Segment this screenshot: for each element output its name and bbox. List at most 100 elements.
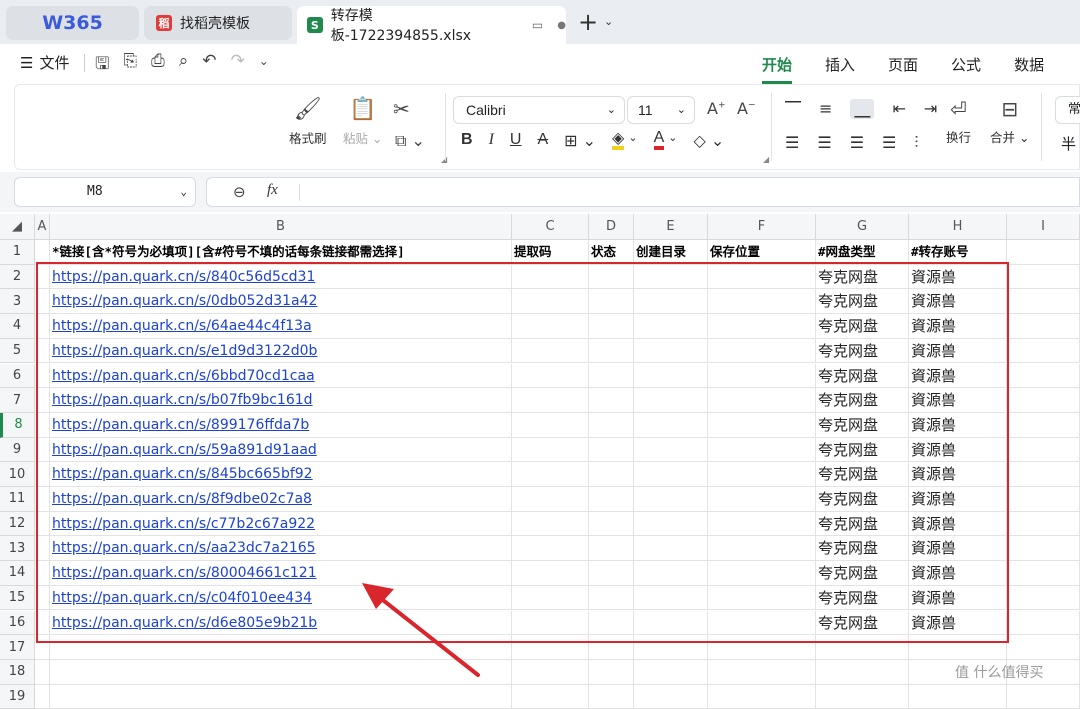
cell-D8[interactable] <box>589 412 634 438</box>
fx-icon[interactable]: fx <box>267 182 278 199</box>
cell-F18[interactable] <box>708 659 816 685</box>
header-cell-C[interactable]: 提取码 <box>512 240 589 265</box>
cell-I16[interactable] <box>1007 610 1080 636</box>
cell-C19[interactable] <box>512 684 589 709</box>
cell-D11[interactable] <box>589 487 634 512</box>
fill-color-icon[interactable]: ◈ <box>612 130 625 150</box>
chevron-down-icon[interactable]: ⌄ <box>604 15 613 28</box>
font-name-select[interactable]: Calibri ⌄ <box>453 96 625 124</box>
cell-D3[interactable] <box>589 289 634 315</box>
account-cell[interactable]: 資源兽 <box>909 561 1007 586</box>
cell-I9[interactable] <box>1007 437 1080 463</box>
account-cell[interactable]: 資源兽 <box>909 363 1007 389</box>
zoom-search-icon[interactable]: ⊖ <box>233 183 246 201</box>
cell-D19[interactable] <box>589 684 634 709</box>
cell-B19[interactable] <box>50 684 512 709</box>
font-color-icon[interactable]: A <box>653 130 665 150</box>
tab-file[interactable]: S 转存模板-1722394855.xlsx ▭ ● <box>297 6 566 44</box>
link-cell[interactable]: https://pan.quark.cn/s/0db052d31a42 <box>50 289 512 315</box>
column-header-H[interactable]: H <box>909 214 1007 240</box>
pan-type-cell[interactable]: 夸克网盘 <box>816 487 909 512</box>
cell-A16[interactable] <box>35 610 50 636</box>
align-center-icon[interactable]: ☰ <box>817 133 831 153</box>
pan-type-cell[interactable]: 夸克网盘 <box>816 289 909 315</box>
account-cell[interactable]: 資源兽 <box>909 338 1007 364</box>
cell-F6[interactable] <box>708 363 816 389</box>
account-cell[interactable]: 資源兽 <box>909 536 1007 562</box>
number-format-select[interactable]: 常 <box>1055 96 1080 124</box>
row-header[interactable]: 5 <box>0 338 35 364</box>
select-all-corner[interactable]: ◢ <box>0 214 35 240</box>
link-cell[interactable]: https://pan.quark.cn/s/c77b2c67a922 <box>50 511 512 537</box>
indent-icon[interactable]: ⇥ <box>924 99 937 119</box>
account-cell[interactable]: 資源兽 <box>909 585 1007 611</box>
cell-F5[interactable] <box>708 338 816 364</box>
cell-I4[interactable] <box>1007 314 1080 339</box>
distribute-icon[interactable]: ⫶ <box>914 133 918 153</box>
cell-D12[interactable] <box>589 511 634 537</box>
cell-A12[interactable] <box>35 511 50 537</box>
cell-D10[interactable] <box>589 462 634 487</box>
border-icon[interactable]: ⊞ ⌄ <box>564 131 596 150</box>
cell-I15[interactable] <box>1007 585 1080 611</box>
cell-G19[interactable] <box>816 684 909 709</box>
ribbon-tab-page[interactable]: 页面 <box>888 54 918 84</box>
cell-A6[interactable] <box>35 363 50 389</box>
cell-D4[interactable] <box>589 314 634 339</box>
column-header-B[interactable]: B <box>50 214 512 240</box>
cell-A14[interactable] <box>35 561 50 586</box>
cell-D17[interactable] <box>589 635 634 660</box>
cell-C15[interactable] <box>512 585 589 611</box>
cell-E6[interactable] <box>634 363 708 389</box>
cell-E17[interactable] <box>634 635 708 660</box>
name-box[interactable]: M8 ⌄ <box>14 177 196 207</box>
column-header-I[interactable]: I <box>1007 214 1080 240</box>
cell-E10[interactable] <box>634 462 708 487</box>
cell-D16[interactable] <box>589 610 634 636</box>
header-cell-F[interactable]: 保存位置 <box>708 240 816 265</box>
cell-E2[interactable] <box>634 264 708 290</box>
cell-D7[interactable] <box>589 388 634 413</box>
cell-I13[interactable] <box>1007 536 1080 562</box>
cell-I10[interactable] <box>1007 462 1080 487</box>
merge-cells-button[interactable]: ⊟ 合并 ⌄ <box>990 97 1029 146</box>
cell-I1[interactable] <box>1007 240 1080 265</box>
cell-A17[interactable] <box>35 635 50 660</box>
cell-A18[interactable] <box>35 659 50 685</box>
row-header[interactable]: 9 <box>0 437 35 463</box>
link-cell[interactable]: https://pan.quark.cn/s/8f9dbe02c7a8 <box>50 487 512 512</box>
account-cell[interactable]: 資源兽 <box>909 388 1007 413</box>
formula-input[interactable]: ⊖ fx <box>206 177 1080 207</box>
cell-E8[interactable] <box>634 412 708 438</box>
account-cell[interactable]: 資源兽 <box>909 610 1007 636</box>
cell-I11[interactable] <box>1007 487 1080 512</box>
align-middle-icon[interactable]: ≡ <box>819 99 832 119</box>
cell-G18[interactable] <box>816 659 909 685</box>
clear-format-icon[interactable]: ◇ ⌄ <box>693 131 724 150</box>
account-cell[interactable]: 資源兽 <box>909 511 1007 537</box>
row-header[interactable]: 15 <box>0 585 35 611</box>
font-launcher-icon[interactable]: ◢ <box>763 155 769 164</box>
cell-F17[interactable] <box>708 635 816 660</box>
link-cell[interactable]: https://pan.quark.cn/s/b07fb9bc161d <box>50 388 512 413</box>
cell-E3[interactable] <box>634 289 708 315</box>
currency-icon[interactable]: 半 <box>1061 133 1076 154</box>
cell-E4[interactable] <box>634 314 708 339</box>
pan-type-cell[interactable]: 夸克网盘 <box>816 338 909 364</box>
ribbon-tab-insert[interactable]: 插入 <box>825 54 855 84</box>
account-cell[interactable]: 資源兽 <box>909 487 1007 512</box>
row-header[interactable]: 18 <box>0 659 35 685</box>
row-header[interactable]: 13 <box>0 536 35 562</box>
pan-type-cell[interactable]: 夸克网盘 <box>816 388 909 413</box>
cell-D6[interactable] <box>589 363 634 389</box>
cell-I3[interactable] <box>1007 289 1080 315</box>
tab-home[interactable]: W365 <box>6 6 139 40</box>
cell-I8[interactable] <box>1007 412 1080 438</box>
pan-type-cell[interactable]: 夸克网盘 <box>816 610 909 636</box>
cell-F7[interactable] <box>708 388 816 413</box>
pan-type-cell[interactable]: 夸克网盘 <box>816 561 909 586</box>
cell-C6[interactable] <box>512 363 589 389</box>
row-header[interactable]: 10 <box>0 462 35 487</box>
outdent-icon[interactable]: ⇤ <box>892 99 905 119</box>
cell-A1[interactable] <box>35 240 50 265</box>
